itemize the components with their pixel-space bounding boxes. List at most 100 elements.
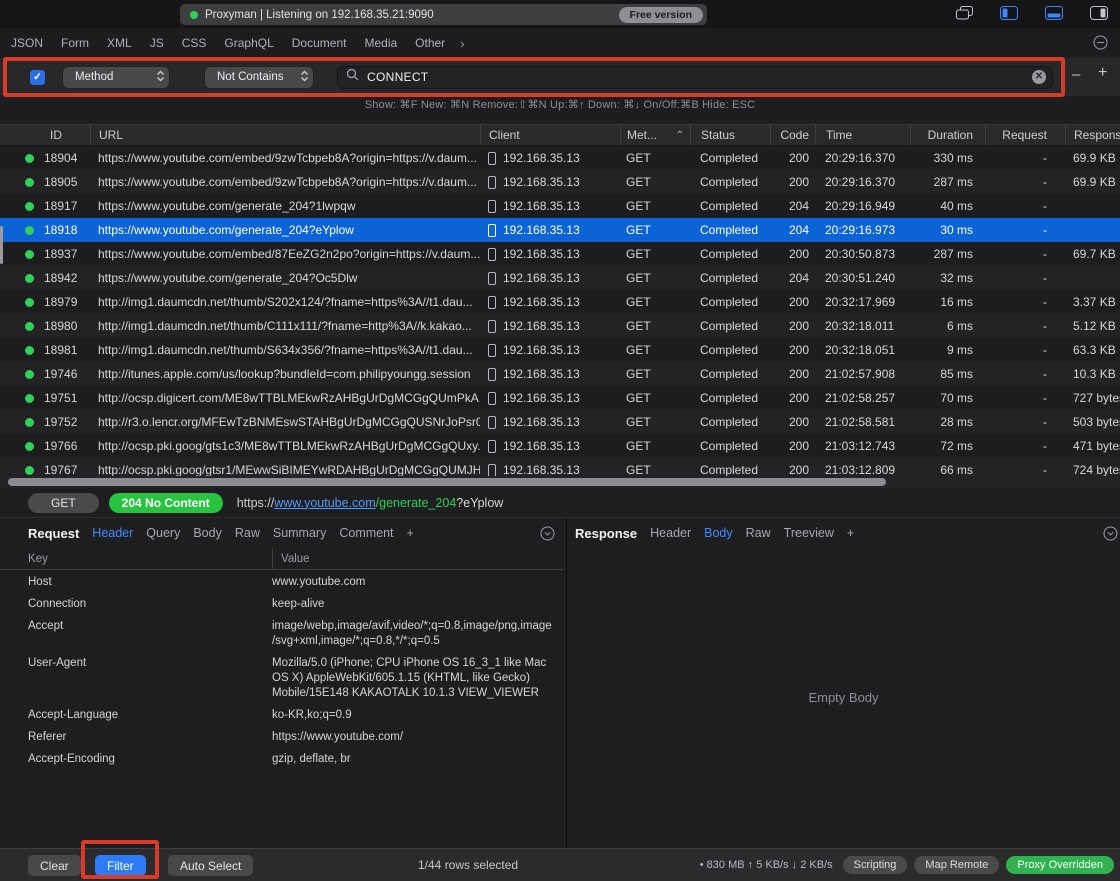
response-pane-options-icon[interactable] xyxy=(1103,526,1118,546)
cell-id: 18904 xyxy=(0,146,90,170)
cell-time: 20:29:16.973 xyxy=(815,218,910,242)
response-tab-treeview[interactable]: Treeview xyxy=(784,526,834,540)
remove-filter-button[interactable]: – xyxy=(1072,66,1080,83)
cell-status: Completed xyxy=(690,290,770,314)
cell-request: - xyxy=(985,242,1065,266)
filetype-tab-media[interactable]: Media xyxy=(355,36,406,50)
table-row[interactable]: 18905https://www.youtube.com/embed/9zwTc… xyxy=(0,170,1120,194)
table-row[interactable]: 18980http://img1.daumcdn.net/thumb/C111x… xyxy=(0,314,1120,338)
table-row[interactable]: 18937https://www.youtube.com/embed/87EeZ… xyxy=(0,242,1120,266)
cell-status: Completed xyxy=(690,170,770,194)
cell-status: Completed xyxy=(690,218,770,242)
badge-scripting[interactable]: Scripting xyxy=(843,856,908,874)
header-value: gzip, deflate, br xyxy=(272,752,565,767)
table-row[interactable]: 19746http://itunes.apple.com/us/lookup?b… xyxy=(0,362,1120,386)
status-code-badge: 204 No Content xyxy=(109,493,223,513)
tabbar-more-chevron[interactable]: › xyxy=(454,36,470,51)
request-pane-title: Request xyxy=(28,526,79,541)
filetype-tab-other[interactable]: Other xyxy=(406,36,454,50)
badge-map-remote[interactable]: Map Remote xyxy=(914,856,999,874)
request-tab-plus[interactable]: + xyxy=(407,526,414,540)
cell-time: 21:03:12.809 xyxy=(815,458,910,476)
response-tab-header[interactable]: Header xyxy=(650,526,691,540)
flow-summary-bar: GET 204 No Content https://www.youtube.c… xyxy=(0,488,1120,518)
column-header-client[interactable]: Client xyxy=(480,125,620,145)
cell-time: 20:32:18.051 xyxy=(815,338,910,362)
cell-url: http://r3.o.lencr.org/MFEwTzBNMEswSTAHBg… xyxy=(90,410,480,434)
cell-url: https://www.youtube.com/generate_204?eYp… xyxy=(90,218,480,242)
badge-proxy-overridden[interactable]: Proxy Overridden xyxy=(1006,856,1114,874)
column-header-url[interactable]: URL xyxy=(90,125,480,145)
response-tabs: Header Body Raw Treeview + xyxy=(650,526,854,540)
table-row[interactable]: 18981http://img1.daumcdn.net/thumb/S634x… xyxy=(0,338,1120,362)
cell-time: 20:30:50.873 xyxy=(815,242,910,266)
request-tab-summary[interactable]: Summary xyxy=(273,526,326,540)
table-row[interactable]: 19767http://ocsp.pki.goog/gtsr1/MEwwSiBI… xyxy=(0,458,1120,476)
filter-search-field[interactable]: ✕ xyxy=(337,66,1053,89)
filter-search-input[interactable] xyxy=(365,69,1026,85)
filetype-tab-graphql[interactable]: GraphQL xyxy=(215,36,282,50)
cell-url: http://ocsp.pki.goog/gtsr1/MEwwSiBIMEYwR… xyxy=(90,458,480,476)
request-tab-body[interactable]: Body xyxy=(193,526,222,540)
url-host[interactable]: www.youtube.com xyxy=(274,496,375,510)
clear-search-icon[interactable]: ✕ xyxy=(1032,70,1046,84)
column-header-status[interactable]: Status xyxy=(690,125,770,145)
more-options-icon[interactable] xyxy=(1093,35,1108,55)
cell-duration: 16 ms xyxy=(910,290,985,314)
table-row[interactable]: 18918https://www.youtube.com/generate_20… xyxy=(0,218,1120,242)
header-value: ko-KR,ko;q=0.9 xyxy=(272,708,565,723)
column-header-id[interactable]: ID xyxy=(0,125,90,145)
response-tab-body[interactable]: Body xyxy=(704,526,733,540)
request-tab-query[interactable]: Query xyxy=(146,526,180,540)
filetype-tab-document[interactable]: Document xyxy=(283,36,356,50)
filetype-tab-xml[interactable]: XML xyxy=(98,36,141,50)
column-header-time[interactable]: Time xyxy=(815,125,910,145)
request-tab-raw[interactable]: Raw xyxy=(235,526,260,540)
add-filter-button[interactable]: + xyxy=(1098,64,1107,82)
filter-button[interactable]: Filter xyxy=(95,855,146,876)
column-header-code[interactable]: Code xyxy=(770,125,815,145)
filter-operator-dropdown[interactable]: Not Contains xyxy=(205,67,313,88)
device-icon xyxy=(488,200,496,213)
filetype-tab-css[interactable]: CSS xyxy=(173,36,216,50)
filetype-tab-json[interactable]: JSON xyxy=(2,36,52,50)
cell-client-text: 192.168.35.13 xyxy=(503,175,580,189)
table-row[interactable]: 18942https://www.youtube.com/generate_20… xyxy=(0,266,1120,290)
toggle-bottom-panel-icon[interactable] xyxy=(1045,6,1063,20)
response-tab-raw[interactable]: Raw xyxy=(746,526,771,540)
filter-enabled-checkbox[interactable]: ✓ xyxy=(30,70,45,85)
clear-button[interactable]: Clear xyxy=(28,855,81,876)
request-pane-options-icon[interactable] xyxy=(540,526,555,546)
cell-client-text: 192.168.35.13 xyxy=(503,223,580,237)
cell-client-text: 192.168.35.13 xyxy=(503,367,580,381)
copy-windows-icon[interactable] xyxy=(956,6,973,20)
response-tab-plus[interactable]: + xyxy=(847,526,854,540)
table-row[interactable]: 19752http://r3.o.lencr.org/MFEwTzBNMEswS… xyxy=(0,410,1120,434)
status-dot xyxy=(25,394,34,403)
auto-select-button[interactable]: Auto Select xyxy=(168,855,253,876)
status-dot xyxy=(25,466,34,475)
column-header-method[interactable]: Met... ⌃ xyxy=(620,125,690,145)
toggle-right-panel-icon[interactable] xyxy=(1090,6,1108,20)
header-key: Connection xyxy=(0,597,272,612)
request-tab-comment[interactable]: Comment xyxy=(339,526,393,540)
column-header-duration[interactable]: Duration xyxy=(910,125,985,145)
table-row[interactable]: 19751http://ocsp.digicert.com/ME8wTTBLME… xyxy=(0,386,1120,410)
table-row[interactable]: 18979http://img1.daumcdn.net/thumb/S202x… xyxy=(0,290,1120,314)
cell-url: https://www.youtube.com/embed/9zwTcbpeb8… xyxy=(90,170,480,194)
table-row[interactable]: 18917https://www.youtube.com/generate_20… xyxy=(0,194,1120,218)
horizontal-scrollbar-thumb[interactable] xyxy=(8,478,886,486)
table-row[interactable]: 18904https://www.youtube.com/embed/9zwTc… xyxy=(0,146,1120,170)
toggle-left-panel-icon[interactable] xyxy=(1000,6,1018,20)
request-tab-header[interactable]: Header xyxy=(92,526,133,540)
cell-id: 18981 xyxy=(0,338,90,362)
status-dot xyxy=(25,442,34,451)
filetype-tab-form[interactable]: Form xyxy=(52,36,98,50)
column-header-response[interactable]: Response xyxy=(1065,125,1120,145)
table-row[interactable]: 19766http://ocsp.pki.goog/gts1c3/ME8wTTB… xyxy=(0,434,1120,458)
cell-method: GET xyxy=(620,290,690,314)
filter-column-dropdown[interactable]: Method xyxy=(63,67,169,88)
cell-method: GET xyxy=(620,266,690,290)
filetype-tab-js[interactable]: JS xyxy=(141,36,173,50)
column-header-request[interactable]: Request xyxy=(985,125,1065,145)
